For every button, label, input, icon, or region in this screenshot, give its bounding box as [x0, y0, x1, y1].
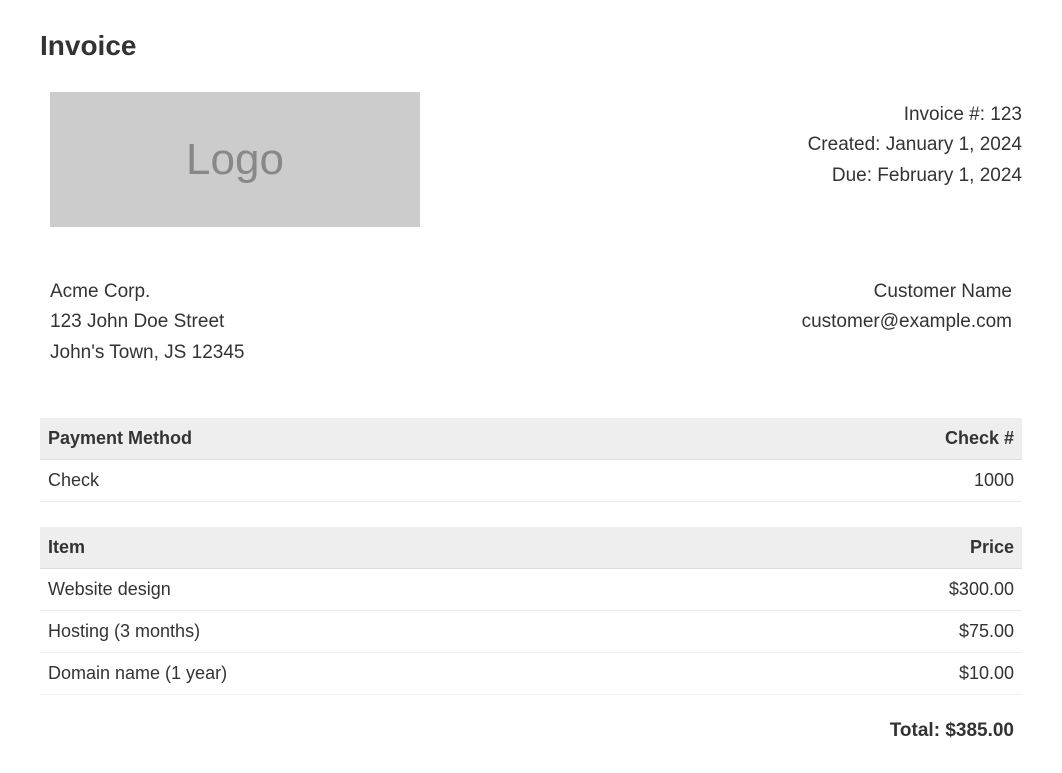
customer-info: Customer Name customer@example.com: [802, 277, 1012, 368]
table-row: Check 1000: [40, 460, 1022, 502]
table-row: Domain name (1 year) $10.00: [40, 653, 1022, 695]
item-price: $300.00: [734, 569, 1022, 611]
items-table: Item Price Website design $300.00 Hostin…: [40, 527, 1022, 695]
table-row: Website design $300.00: [40, 569, 1022, 611]
company-city: John's Town, JS 12345: [50, 338, 244, 368]
check-number-header: Check #: [681, 418, 1022, 460]
invoice-created: Created: January 1, 2024: [808, 130, 1022, 160]
price-header: Price: [734, 527, 1022, 569]
table-header-row: Payment Method Check #: [40, 418, 1022, 460]
invoice-number: Invoice #: 123: [808, 100, 1022, 130]
customer-name: Customer Name: [802, 277, 1012, 307]
invoice-due: Due: February 1, 2024: [808, 161, 1022, 191]
logo-placeholder: Logo: [50, 92, 420, 227]
company-street: 123 John Doe Street: [50, 307, 244, 337]
invoice-meta: Invoice #: 123 Created: January 1, 2024 …: [808, 92, 1022, 191]
company-address: Acme Corp. 123 John Doe Street John's To…: [50, 277, 244, 368]
addresses-row: Acme Corp. 123 John Doe Street John's To…: [40, 277, 1022, 368]
table-row: Hosting (3 months) $75.00: [40, 611, 1022, 653]
table-header-row: Item Price: [40, 527, 1022, 569]
item-name: Domain name (1 year): [40, 653, 734, 695]
item-price: $75.00: [734, 611, 1022, 653]
payment-table: Payment Method Check # Check 1000: [40, 418, 1022, 502]
invoice-total: Total: $385.00: [40, 720, 1022, 742]
item-header: Item: [40, 527, 734, 569]
company-name: Acme Corp.: [50, 277, 244, 307]
payment-method-header: Payment Method: [40, 418, 681, 460]
item-name: Website design: [40, 569, 734, 611]
header-row: Logo Invoice #: 123 Created: January 1, …: [40, 92, 1022, 227]
customer-email: customer@example.com: [802, 307, 1012, 337]
item-price: $10.00: [734, 653, 1022, 695]
payment-method-value: Check: [40, 460, 681, 502]
check-number-value: 1000: [681, 460, 1022, 502]
item-name: Hosting (3 months): [40, 611, 734, 653]
page-title: Invoice: [40, 30, 1022, 62]
